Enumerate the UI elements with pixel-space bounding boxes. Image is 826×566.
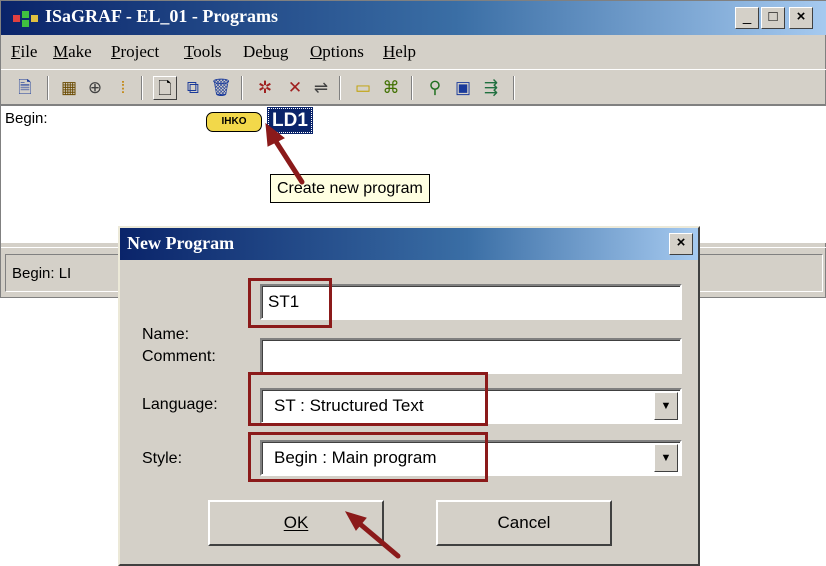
simulate-icon[interactable]: ⇌ [309,76,333,100]
menu-tools[interactable]: Tools [184,42,222,62]
menu-make[interactable]: Make [53,42,92,62]
dictionary-icon[interactable]: ▦ [57,76,81,100]
dialog-title-bar[interactable]: New Program × [120,228,698,260]
toolbar-separator [513,76,515,100]
title-bar[interactable]: ISaGRAF - EL_01 - Programs _ □ × [1,1,826,35]
toolbar-separator [47,76,49,100]
window-title: ISaGRAF - EL_01 - Programs [45,6,278,26]
chevron-down-icon[interactable]: ▼ [654,444,678,472]
cancel-button[interactable]: Cancel [436,500,612,546]
menu-project[interactable]: Project [111,42,159,62]
menu-help[interactable]: Help [383,42,416,62]
verify-icon[interactable]: ✕ [283,76,307,100]
style-highlight-box [248,432,488,482]
minimize-button[interactable]: _ [735,7,759,29]
toolbar-separator [141,76,143,100]
dialog-close-button[interactable]: × [669,233,693,255]
ok-button[interactable]: OK [208,500,384,546]
ladder-program-icon: IHKO [206,112,262,132]
monitor-icon[interactable]: ⌘ [379,76,403,100]
menu-bar: File Make Project Tools Debug Options He… [1,37,826,67]
spy-icon[interactable]: ⇶ [479,76,503,100]
language-label: Language: [142,396,218,413]
maximize-button[interactable]: □ [761,7,785,29]
new-program-dialog: New Program × Name: ST1 Comment: Languag… [118,226,700,566]
style-label: Style: [142,450,183,467]
section-label: Begin: [5,110,48,127]
tooltip: Create new program [270,174,430,203]
delete-icon[interactable]: 🗑 [209,76,233,100]
debug-icon[interactable]: ▣ [451,76,475,100]
toolbar-separator [411,76,413,100]
program-item[interactable]: LD1 [267,107,313,134]
status-text: Begin: LI [12,265,72,282]
menu-options[interactable]: Options [310,42,364,62]
toolbar-separator [241,76,243,100]
isagraf-app-icon [13,11,38,27]
dialog-title: New Program [127,233,235,253]
comment-field[interactable] [260,338,682,374]
compile-icon[interactable]: ✲ [253,76,277,100]
code-icon[interactable]: ▭ [351,76,375,100]
copy-icon[interactable]: ⧉ [181,76,205,100]
name-highlight-box [248,278,332,328]
close-button[interactable]: × [789,7,813,29]
menu-debug[interactable]: Debug [243,42,288,62]
toolbar: 🗎 ▦ ⊕ ⁞ 🗋 ⧉ 🗑 ✲ ✕ ⇌ ▭ ⌘ ⚲ ▣ ⇶ [1,69,826,105]
connect-icon[interactable]: ⚲ [423,76,447,100]
menu-file[interactable]: File [11,42,37,62]
link-icon[interactable]: ⊕ [83,76,107,100]
new-program-icon[interactable]: 🗋 [153,76,177,100]
io-connection-icon[interactable]: ⁞ [111,76,135,100]
language-highlight-box [248,372,488,426]
name-label: Name: [142,326,190,343]
ok-button-label: OK [283,513,309,532]
properties-icon[interactable]: 🗎 [13,76,37,100]
chevron-down-icon[interactable]: ▼ [654,392,678,420]
cancel-button-label: Cancel [497,513,551,532]
comment-label: Comment: [142,348,216,365]
toolbar-separator [339,76,341,100]
